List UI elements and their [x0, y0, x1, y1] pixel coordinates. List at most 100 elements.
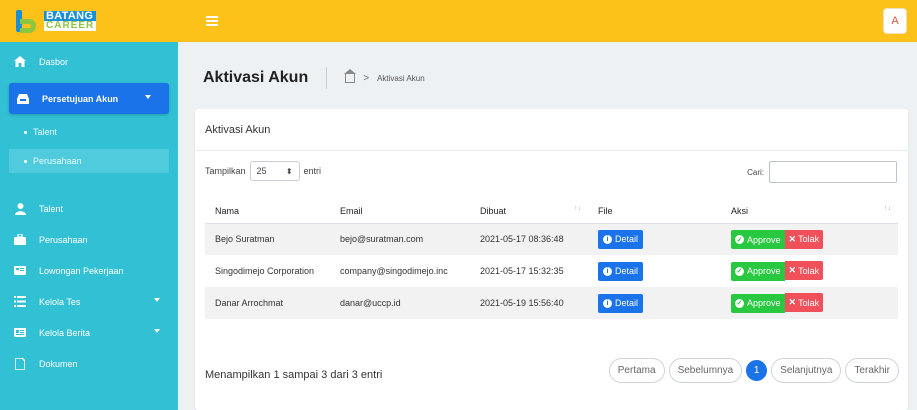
detail-button-label: Detail [615, 266, 639, 276]
activation-card: Aktivasi Akun Tampilkan 25 ⬍ entri Cari:… [195, 109, 908, 410]
sidebar-item-label: Lowongan Pekerjaan [39, 265, 124, 276]
approve-button-label: Approve [747, 266, 781, 277]
top-bar: BATANG CAREER A [0, 0, 917, 42]
page-next-button[interactable]: Selanjutnya [771, 358, 842, 383]
logo-icon [14, 7, 38, 35]
cell-nama: Danar Arrochmat [205, 287, 330, 319]
entries-suffix-label: entri [303, 166, 322, 176]
detail-button[interactable]: i Detail [598, 229, 644, 249]
sidebar-item-label: Dasbor [39, 56, 69, 67]
approve-button[interactable]: ✓ Approve [731, 293, 785, 313]
column-header-label: Aksi [731, 205, 749, 216]
card-title: Aktivasi Akun [195, 109, 908, 151]
cell-aksi: ✓ Approve ✕ Tolak [721, 287, 898, 319]
entries-show-label: Tampilkan [205, 166, 246, 176]
search-label: Cari: [747, 167, 764, 177]
cell-email: danar@uccp.id [330, 287, 470, 319]
sidebar-item-kelola-tes[interactable]: Kelola Tes [0, 286, 178, 317]
chevron-down-icon [154, 329, 160, 333]
chevron-down-icon [154, 298, 160, 302]
sidebar-subitem-label: Perusahaan [33, 156, 82, 166]
page-first-button[interactable]: Pertama [608, 358, 665, 383]
column-header-aksi[interactable]: Aksi ↑↓ [721, 199, 898, 224]
sidebar-item-dasbor[interactable]: Dasbor [0, 46, 178, 77]
sidebar-item-talent[interactable]: Talent [0, 193, 178, 224]
sidebar-item-persetujuan-akun[interactable]: Persetujuan Akun [9, 83, 169, 114]
sidebar: Dasbor Persetujuan Akun Talent Perusahaa… [0, 42, 178, 410]
cell-dibuat: 2021-05-19 15:56:40 [470, 287, 588, 319]
inbox-icon [17, 93, 29, 105]
reject-button[interactable]: ✕ Tolak [784, 293, 824, 313]
info-icon: i [603, 234, 612, 244]
reject-button[interactable]: ✕ Tolak [784, 229, 824, 249]
search-input[interactable] [769, 161, 897, 183]
cell-email: bejo@suratman.com [330, 223, 470, 255]
table-row: Danar Arrochmat danar@uccp.id 2021-05-19… [205, 287, 898, 319]
page-current-button[interactable]: 1 [746, 360, 768, 381]
entries-select[interactable]: 25 ⬍ [249, 161, 300, 181]
table-header-row: Nama Email Dibuat ↑↓ File Aksi ↑↓ [205, 199, 898, 224]
cell-file: i Detail [588, 287, 721, 319]
column-header-dibuat[interactable]: Dibuat ↑↓ [470, 199, 588, 224]
info-icon: i [603, 298, 612, 308]
cell-nama: Bejo Suratman [205, 223, 330, 255]
column-header-label: Dibuat [480, 205, 507, 216]
sidebar-item-lowongan-pekerjaan[interactable]: Lowongan Pekerjaan [0, 255, 178, 286]
home-icon [14, 56, 26, 68]
sidebar-item-dokumen[interactable]: Dokumen [0, 348, 178, 379]
sidebar-subitem-perusahaan[interactable]: Perusahaan [9, 149, 169, 173]
cell-file: i Detail [588, 223, 721, 255]
menu-toggle-icon[interactable] [206, 16, 218, 26]
reject-button[interactable]: ✕ Tolak [784, 261, 824, 281]
column-header-email[interactable]: Email [330, 199, 470, 224]
check-circle-icon: ✓ [735, 235, 744, 244]
sort-icon: ↑↓ [574, 205, 581, 212]
breadcrumb-current: Aktivasi Akun [377, 73, 425, 83]
table-row: Bejo Suratman bejo@suratman.com 2021-05-… [205, 223, 898, 255]
sidebar-item-perusahaan[interactable]: Perusahaan [0, 224, 178, 255]
entries-control: Tampilkan 25 ⬍ entri [205, 161, 321, 181]
header-divider [326, 67, 328, 89]
search-control: Cari: [747, 161, 897, 183]
column-header-nama[interactable]: Nama [205, 199, 330, 224]
sidebar-item-kelola-berita[interactable]: Kelola Berita [0, 317, 178, 348]
reject-button-label: Tolak [798, 297, 820, 308]
table-info: Menampilkan 1 sampai 3 dari 3 entri [205, 369, 383, 381]
newspaper-icon [14, 327, 26, 339]
sidebar-item-label: Perusahaan [39, 234, 88, 245]
sidebar-item-label: Kelola Berita [39, 327, 91, 338]
chevron-right-icon: > [363, 72, 370, 84]
approve-button[interactable]: ✓ Approve [731, 230, 785, 249]
close-icon: ✕ [788, 265, 797, 276]
chevron-down-icon [145, 95, 151, 99]
column-header-file[interactable]: File [588, 199, 721, 224]
cell-dibuat: 2021-05-17 15:32:35 [480, 266, 564, 276]
page-header: Aktivasi Akun > Aktivasi Akun [203, 67, 425, 89]
detail-button[interactable]: i Detail [598, 261, 644, 281]
cell-dibuat: 2021-05-17 08:36:48 [470, 223, 588, 255]
home-icon[interactable] [344, 68, 357, 83]
briefcase-icon [14, 234, 26, 246]
table-row: Singodimejo Corporation company@singodim… [205, 255, 898, 287]
entries-select-value: 25 [256, 166, 267, 176]
reject-button-label: Tolak [798, 265, 820, 276]
approve-button[interactable]: ✓ Approve [731, 261, 785, 281]
cell-file: i Detail [588, 255, 721, 287]
check-circle-icon: ✓ [735, 298, 744, 308]
brand-logo[interactable]: BATANG CAREER [0, 0, 178, 42]
sidebar-subitem-label: Talent [33, 127, 58, 137]
page-last-button[interactable]: Terakhir [845, 358, 899, 383]
sidebar-item-label: Dokumen [39, 358, 78, 369]
sidebar-subitem-talent[interactable]: Talent [0, 120, 178, 144]
page-prev-button[interactable]: Sebelumnya [668, 358, 743, 383]
card-icon [14, 265, 26, 277]
bullet-icon [24, 159, 27, 163]
user-icon [14, 202, 26, 215]
cell-aksi: ✓ Approve ✕ Tolak [721, 255, 898, 287]
user-avatar-button[interactable]: A [883, 8, 907, 34]
bullet-icon [24, 130, 27, 134]
info-icon: i [603, 266, 612, 276]
detail-button[interactable]: i Detail [598, 293, 644, 313]
detail-button-label: Detail [615, 234, 639, 245]
page-title: Aktivasi Akun [203, 69, 309, 86]
